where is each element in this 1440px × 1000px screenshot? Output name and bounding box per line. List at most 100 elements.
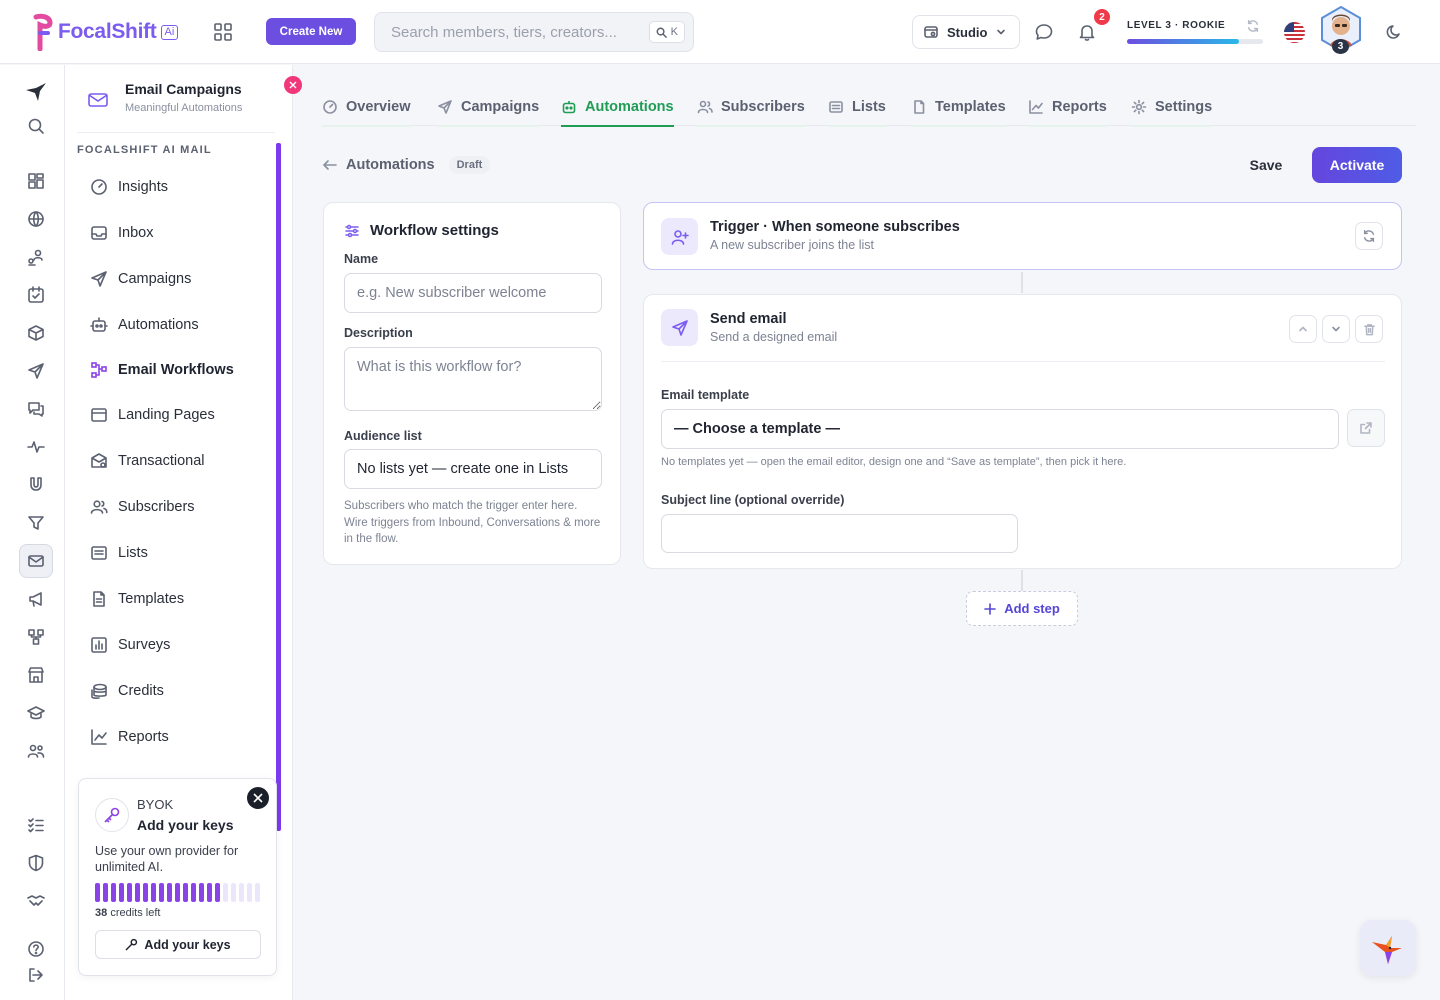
add-keys-label: Add your keys: [144, 937, 231, 952]
step-title: Send email: [710, 311, 787, 327]
byok-close-button[interactable]: [247, 787, 269, 809]
tab-templates[interactable]: Templates: [911, 96, 1006, 127]
gauge-icon: [323, 99, 337, 114]
sidebar-item-templates[interactable]: Templates: [90, 590, 184, 608]
tab-campaigns[interactable]: Campaigns: [437, 96, 540, 127]
sidebar-item-landing-pages[interactable]: Landing Pages: [90, 406, 215, 424]
sidebar-item-subscribers[interactable]: Subscribers: [90, 498, 195, 516]
change-trigger-button[interactable]: [1355, 222, 1383, 250]
delete-step-button[interactable]: [1355, 315, 1383, 343]
workflow-description-input[interactable]: [344, 347, 602, 411]
subject-line-input[interactable]: [661, 514, 1018, 553]
magnet-icon[interactable]: [19, 468, 53, 502]
global-search[interactable]: Search members, tiers, creators... K: [374, 12, 694, 52]
sync-icon[interactable]: [1246, 19, 1260, 33]
megaphone-icon[interactable]: [19, 582, 53, 616]
add-step-button[interactable]: Add step: [966, 591, 1078, 626]
sidebar-title: Email Campaigns: [125, 81, 242, 97]
sidebar-item-email-workflows[interactable]: Email Workflows: [90, 361, 234, 379]
sidebar-item-transactional[interactable]: Transactional: [90, 452, 205, 470]
sidebar-item-label: Insights: [118, 179, 168, 195]
store-icon[interactable]: [19, 658, 53, 692]
tab-automations[interactable]: Automations: [561, 96, 674, 127]
us-flag-icon[interactable]: [1284, 22, 1305, 43]
box-icon[interactable]: [19, 316, 53, 350]
shield-icon[interactable]: [19, 846, 53, 880]
brand-logo[interactable]: FocalShift Ai: [32, 13, 179, 51]
tab-label: Campaigns: [461, 98, 540, 115]
credit-segment: [239, 883, 244, 902]
team-icon[interactable]: [19, 734, 53, 768]
chevron-up-icon: [1299, 326, 1307, 332]
email-template-label: Email template: [661, 388, 750, 402]
checklist-icon[interactable]: [19, 808, 53, 842]
handshake-icon[interactable]: [19, 884, 53, 918]
sidebar-item-label: Automations: [118, 317, 199, 333]
graduation-cap-icon[interactable]: [19, 696, 53, 730]
chart-box-icon: [91, 637, 107, 653]
send-icon: [91, 271, 107, 287]
apps-grid-icon[interactable]: [213, 22, 233, 42]
moon-icon[interactable]: [1385, 23, 1403, 41]
robot-icon: [562, 100, 576, 113]
tab-label: Templates: [935, 98, 1006, 115]
sidebar-item-credits[interactable]: Credits: [90, 682, 164, 700]
sidebar-subtitle: Meaningful Automations: [125, 102, 243, 114]
search-icon[interactable]: [19, 109, 53, 143]
add-keys-button[interactable]: Add your keys: [95, 930, 261, 959]
chat-icon[interactable]: [1034, 22, 1054, 42]
name-label: Name: [344, 252, 379, 266]
calendar-check-icon[interactable]: [19, 278, 53, 312]
sidebar-close-button[interactable]: [284, 76, 302, 94]
sidebar-item-inbox[interactable]: Inbox: [90, 224, 153, 242]
tab-reports[interactable]: Reports: [1028, 96, 1107, 127]
audience-list-select[interactable]: No lists yet — create one in Lists: [344, 449, 602, 489]
credit-segment: [127, 883, 132, 902]
users-route-icon[interactable]: [19, 240, 53, 274]
messages-icon[interactable]: [19, 392, 53, 426]
move-up-button[interactable]: [1289, 315, 1317, 343]
credit-segment: [95, 883, 100, 902]
workflow-name-input[interactable]: [344, 273, 602, 313]
tab-lists[interactable]: Lists: [828, 96, 886, 127]
email-template-select[interactable]: — Choose a template —: [661, 409, 1339, 449]
tab-overview[interactable]: Overview: [322, 96, 411, 127]
globe-icon[interactable]: [19, 202, 53, 236]
tab-subscribers[interactable]: Subscribers: [697, 96, 805, 127]
activity-icon[interactable]: [19, 430, 53, 464]
sidebar-item-surveys[interactable]: Surveys: [90, 636, 170, 654]
workflow-icon[interactable]: [19, 620, 53, 654]
create-new-button[interactable]: Create New: [266, 18, 356, 45]
back-button[interactable]: Automations: [322, 157, 435, 173]
flow-connector: [1021, 570, 1023, 591]
credits-count: 38: [95, 907, 108, 919]
key-icon: [95, 798, 129, 832]
sidebar-item-lists[interactable]: Lists: [90, 544, 148, 562]
bell-icon[interactable]: [1077, 22, 1097, 42]
sidebar-item-campaigns[interactable]: Campaigns: [90, 270, 191, 288]
save-button[interactable]: Save: [1236, 148, 1296, 182]
funnel-icon[interactable]: [19, 506, 53, 540]
line-chart-icon: [1029, 99, 1043, 114]
mail-icon[interactable]: [19, 544, 53, 578]
assistant-bird-button[interactable]: [1360, 920, 1416, 976]
move-down-button[interactable]: [1322, 315, 1350, 343]
tab-settings[interactable]: Settings: [1131, 96, 1213, 127]
sidebar-item-insights[interactable]: Insights: [90, 178, 168, 196]
activate-button[interactable]: Activate: [1312, 147, 1402, 183]
bird-logo-icon[interactable]: [19, 75, 53, 109]
document-icon: [93, 591, 105, 607]
dashboard-icon[interactable]: [19, 164, 53, 198]
sidebar-item-reports[interactable]: Reports: [90, 728, 169, 746]
workspace-selector[interactable]: Studio: [912, 15, 1020, 49]
logout-icon[interactable]: [19, 958, 53, 992]
send-icon[interactable]: [19, 354, 53, 388]
credit-segment: [199, 883, 204, 902]
open-editor-button[interactable]: [1347, 409, 1385, 447]
sidebar-item-label: Lists: [118, 545, 148, 561]
sidebar-scrollbar[interactable]: [276, 143, 281, 831]
trigger-card[interactable]: Trigger · When someone subscribes A new …: [643, 202, 1402, 270]
search-input[interactable]: Search members, tiers, creators...: [391, 24, 649, 41]
sidebar-header: Email Campaigns Meaningful Automations: [87, 81, 242, 114]
sidebar-item-automations[interactable]: Automations: [90, 316, 199, 334]
